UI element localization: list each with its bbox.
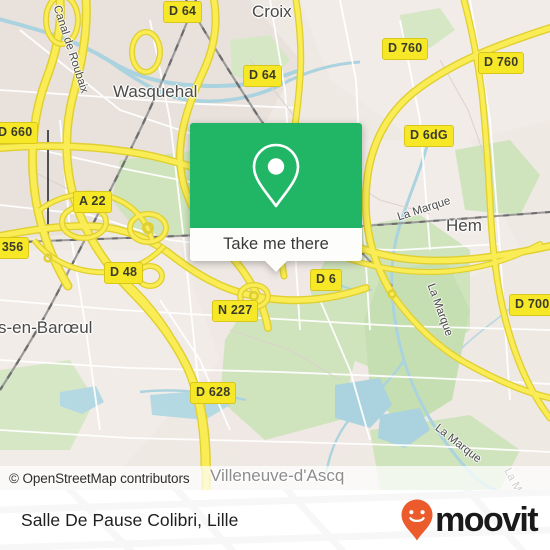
- road-shield-n227[interactable]: N 227: [212, 300, 259, 322]
- road-shield-d628[interactable]: D 628: [190, 382, 237, 404]
- footer-place-title: Salle De Pause Colibri, Lille: [21, 509, 239, 530]
- place-label-marcq-en-baroeul: s-en-Barœul: [0, 318, 93, 337]
- road-shield-d760-east[interactable]: D 760: [478, 52, 525, 74]
- road-shield-d64-center[interactable]: D 64: [243, 65, 283, 87]
- take-me-there-label: Take me there: [223, 235, 329, 253]
- road-shield-d760-west[interactable]: D 760: [382, 38, 429, 60]
- place-label-croix: Croix: [252, 2, 292, 21]
- location-popup-card[interactable]: Take me there: [190, 123, 362, 272]
- footer-bar: Salle De Pause Colibri, Lille moovit: [0, 490, 550, 550]
- road-shield-d660[interactable]: D 660: [0, 122, 39, 144]
- road-shield-d6[interactable]: D 6: [310, 269, 343, 291]
- road-shield-d700[interactable]: D 700: [509, 294, 550, 316]
- place-label-wasquehal: Wasquehal: [113, 82, 198, 101]
- road-shield-d6dg[interactable]: D 6dG: [404, 125, 454, 147]
- road-shield-d64-north[interactable]: D 64: [163, 1, 203, 23]
- moovit-wordmark: moovit: [435, 501, 538, 539]
- road-shield-a22[interactable]: A 22: [73, 191, 112, 213]
- map-screenshot-root: Croix Wasquehal Hem s-en-Barœul Villeneu…: [0, 0, 550, 550]
- popup-header: [190, 123, 362, 228]
- moovit-smiling-pin-icon: [401, 499, 433, 541]
- map-pin-icon: [252, 143, 300, 207]
- road-shield-n356[interactable]: N 356: [0, 237, 30, 259]
- place-label-hem: Hem: [446, 216, 482, 235]
- popup-cta[interactable]: Take me there: [190, 228, 362, 272]
- popup-pointer-tail: [265, 261, 287, 272]
- moovit-brand-lockup[interactable]: moovit: [400, 498, 550, 542]
- map-canvas[interactable]: Croix Wasquehal Hem s-en-Barœul Villeneu…: [0, 0, 550, 490]
- road-shield-d48[interactable]: D 48: [104, 262, 144, 284]
- osm-attribution-text[interactable]: © OpenStreetMap contributors: [0, 471, 190, 486]
- place-label-villeneuve-dascq: Villeneuve-d'Ascq: [210, 466, 345, 485]
